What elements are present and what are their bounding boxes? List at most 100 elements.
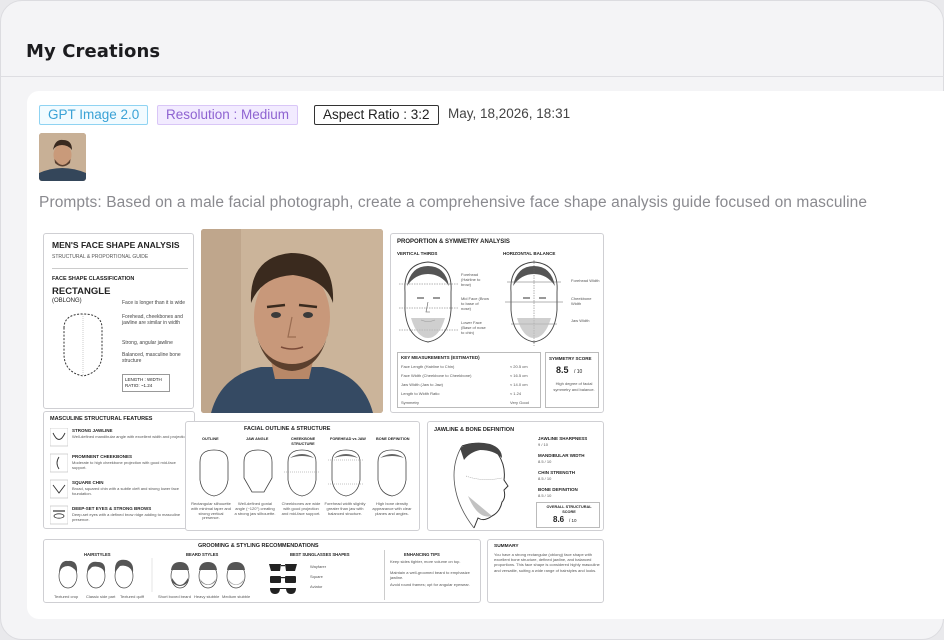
summary-heading: SUMMARY xyxy=(494,544,519,549)
outline-note-2: Well-defined gonial angle (~120°) creati… xyxy=(234,501,276,516)
outline-col-5: BONE DEFINITION xyxy=(376,437,410,441)
measure-value-1: ≈ 20.5 cm xyxy=(510,364,528,369)
beard-heading: BEARD STYLES xyxy=(186,552,219,557)
vertical-thirds-label: VERTICAL THIRDS xyxy=(397,251,438,256)
jaw-metric-label-4: BONE DEFINITION xyxy=(538,487,578,492)
overall-label: OVERALL STRUCTURAL SCORE xyxy=(546,505,592,514)
creations-panel: My Creations GPT Image 2.0 Resolution : … xyxy=(0,0,944,640)
horizontal-balance-sketch-icon xyxy=(505,260,563,346)
style-heads-icon xyxy=(58,558,246,592)
outline-col-2: JAW ANGLE xyxy=(246,437,269,441)
jawline-panel: JAWLINE & BONE DEFINITION JAWLINE SHARPN… xyxy=(427,421,604,531)
prompt-text: Prompts: Based on a male facial photogra… xyxy=(39,194,868,211)
grooming-title: GROOMING & STYLING RECOMMENDATIONS xyxy=(198,543,319,549)
feature-desc-1: Well-defined mandibular angle with excel… xyxy=(72,434,189,439)
measure-value-3: ≈ 14.0 cm xyxy=(510,382,528,387)
horizontal-balance-label: HORIZONTAL BALANCE xyxy=(503,251,556,256)
proportion-title: PROPORTION & SYMMETRY ANALYSIS xyxy=(397,239,510,245)
beard-2: Heavy stubble xyxy=(194,594,220,599)
third-label-1: Forehead (Hairline to brow) xyxy=(461,272,481,287)
shape-point-3: Strong, angular jawline xyxy=(122,340,173,346)
grooming-panel: GROOMING & STYLING RECOMMENDATIONS HAIRS… xyxy=(43,539,481,603)
generated-image[interactable]: MEN'S FACE SHAPE ANALYSIS STRUCTURAL & P… xyxy=(41,229,607,605)
tip-2: Maintain a well-groomed beard to emphasi… xyxy=(390,570,470,580)
creation-card: GPT Image 2.0 Resolution : Medium Aspect… xyxy=(27,91,944,619)
balance-label-1: Forehead Width xyxy=(571,278,600,283)
proportion-panel: PROPORTION & SYMMETRY ANALYSIS VERTICAL … xyxy=(390,233,604,413)
measure-value-2: ≈ 16.5 cm xyxy=(510,373,528,378)
sunglasses-2: Square xyxy=(310,574,323,579)
feature-name-4: DEEP-SET EYES & STRONG BROWS xyxy=(72,506,152,511)
tip-3: Avoid round frames; opt for angular eyew… xyxy=(390,582,470,587)
sunglasses-1: Wayfarer xyxy=(310,564,327,569)
feature-desc-4: Deep-set eyes with a defined brow ridge … xyxy=(72,512,181,522)
overall-score-box: OVERALL STRUCTURAL SCORE 8.6 / 10 xyxy=(536,502,600,528)
feature-name-3: SQUARE CHIN xyxy=(72,480,104,485)
ratio-box: LENGTH : WIDTH RATIO: ~1.24 xyxy=(122,374,170,392)
feature-icons xyxy=(50,428,68,525)
outline-title: FACIAL OUTLINE & STRUCTURE xyxy=(244,426,331,432)
measure-label-2: Face Width (Cheekbone to Cheekbone) xyxy=(401,373,472,378)
hairstyles-heading: HAIRSTYLES xyxy=(84,552,111,557)
overall-outof: / 10 xyxy=(569,518,577,523)
feature-name-2: PROMINENT CHEEKBONES xyxy=(72,454,133,459)
jaw-metric-value-1: 9 / 10 xyxy=(538,442,549,447)
outline-col-3: CHEEKBONE STRUCTURE xyxy=(290,437,316,446)
sunglasses-3: Aviator xyxy=(310,584,323,589)
balance-label-3: Jaw Width xyxy=(571,318,590,323)
jaw-metric-value-2: 8.5 / 10 xyxy=(538,459,552,464)
measure-value-5: Very Good xyxy=(510,400,529,405)
outline-panel: FACIAL OUTLINE & STRUCTURE OUTLINE JAW A… xyxy=(185,421,420,531)
measurements-heading: KEY MEASUREMENTS (ESTIMATED) xyxy=(401,355,480,360)
symmetry-outof: / 10 xyxy=(574,369,583,375)
shape-name: RECTANGLE xyxy=(52,286,111,297)
features-title: MASCULINE STRUCTURAL FEATURES xyxy=(50,416,153,422)
model-tag: GPT Image 2.0 xyxy=(39,105,149,125)
jaw-metric-label-3: CHIN STRENGTH xyxy=(538,470,575,475)
measure-label-4: Length to Width Ratio xyxy=(401,391,440,396)
hairstyle-2: Classic side part xyxy=(86,594,116,599)
portrait-photo xyxy=(201,229,383,413)
shape-point-1: Face is longer than it is wide xyxy=(122,300,186,306)
shape-point-4: Balanced, masculine bone structure xyxy=(122,352,181,364)
sunglasses-icon xyxy=(269,564,297,594)
poster-subtitle: STRUCTURAL & PROPORTIONAL GUIDE xyxy=(52,254,149,260)
tip-1: Keep sides tighter, more volume on top. xyxy=(390,559,461,564)
measure-value-4: ≈ 1.24 xyxy=(510,391,522,396)
measure-label-3: Jaw Width (Jaw to Jaw) xyxy=(401,382,444,387)
sunglasses-heading: BEST SUNGLASSES SHAPES xyxy=(290,552,350,557)
face-outline-icon xyxy=(63,313,103,377)
jaw-title: JAWLINE & BONE DEFINITION xyxy=(434,427,515,433)
third-label-3: Lower Face (Base of nose to chin) xyxy=(461,320,486,335)
jaw-metric-label-1: JAWLINE SHARPNESS xyxy=(538,436,588,441)
jaw-metric-value-3: 8.5 / 10 xyxy=(538,476,552,481)
beard-3: Medium stubble xyxy=(222,594,251,599)
measure-label-1: Face Length (Hairline to Chin) xyxy=(401,364,455,369)
reference-thumbnail[interactable] xyxy=(39,133,86,181)
hairstyle-3: Textured quiff xyxy=(120,594,144,599)
page-title: My Creations xyxy=(26,41,161,62)
panel-header: My Creations xyxy=(1,1,944,77)
poster-title: MEN'S FACE SHAPE ANALYSIS xyxy=(52,240,180,250)
summary-panel: SUMMARY You have a strong rectangular (o… xyxy=(487,539,604,603)
tips-heading: ENHANCING TIPS xyxy=(404,552,440,557)
outline-note-4: Forehead width slightly greater than jaw… xyxy=(324,501,366,516)
hairstyle-1: Textured crop xyxy=(54,594,79,599)
third-label-2: Mid Face (Brow to base of nose) xyxy=(461,296,490,311)
outline-col-1: OUTLINE xyxy=(202,437,219,441)
portrait-photo-icon xyxy=(201,229,383,413)
symmetry-heading: SYMMETRY SCORE xyxy=(549,356,592,361)
classification-panel: MEN'S FACE SHAPE ANALYSIS STRUCTURAL & P… xyxy=(43,233,194,409)
creation-date: May, 18,2026, 18:31 xyxy=(448,106,571,121)
jaw-metric-value-4: 8.5 / 10 xyxy=(538,493,552,498)
feature-name-1: STRONG JAWLINE xyxy=(72,428,113,433)
jaw-metric-label-2: MANDIBULAR WIDTH xyxy=(538,453,585,458)
features-panel: MASCULINE STRUCTURAL FEATURES STRONG JAW… xyxy=(43,411,195,529)
shape-point-2: Forehead, cheekbones and jawline are sim… xyxy=(122,314,183,326)
overall-score: 8.6 xyxy=(553,515,565,524)
summary-text: You have a strong rectangular (oblong) f… xyxy=(494,552,600,573)
measurements-table: KEY MEASUREMENTS (ESTIMATED) Face Length… xyxy=(397,352,541,408)
feature-desc-2: Moderate to high cheekbone projection wi… xyxy=(72,460,176,470)
profile-sketch-icon xyxy=(453,442,509,529)
beard-1: Short boxed beard xyxy=(158,594,191,599)
